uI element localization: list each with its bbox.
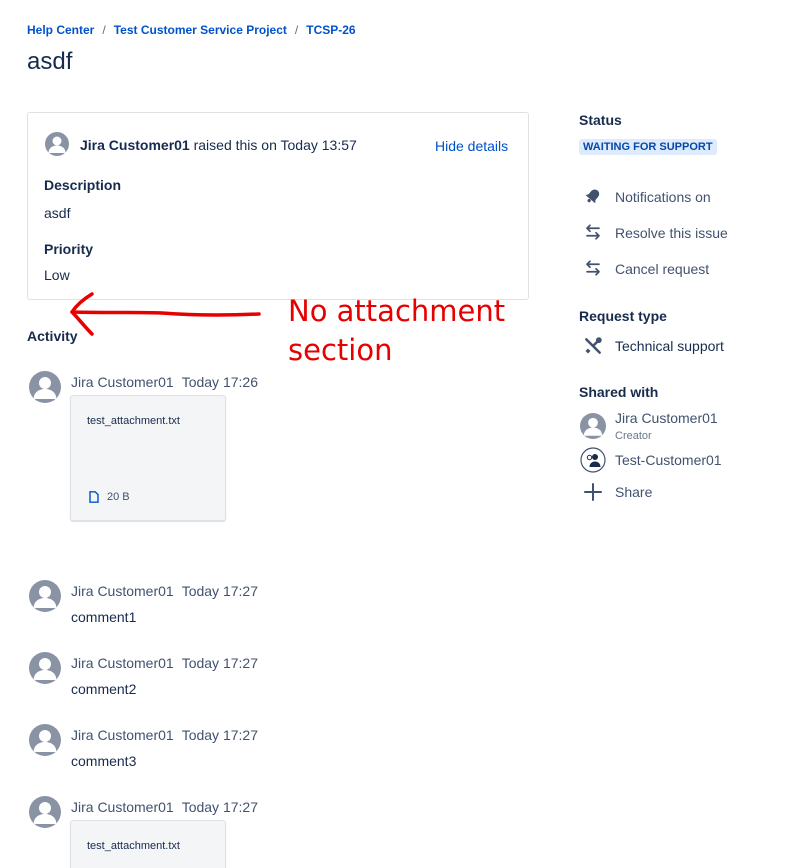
reporter-avatar: [45, 132, 69, 156]
cancel-request-action[interactable]: Cancel request: [615, 261, 709, 277]
description-value: asdf: [44, 205, 71, 221]
breadcrumb-project[interactable]: Test Customer Service Project: [114, 23, 287, 37]
attachment-filename: test_attachment.txt: [87, 840, 180, 852]
request-type-value: Technical support: [615, 338, 724, 354]
user-icon: [48, 136, 66, 153]
status-badge: WAITING FOR SUPPORT: [579, 139, 717, 155]
comment-time: Today 17:27: [181, 799, 258, 815]
plus-icon: [584, 483, 602, 501]
raised-info: Jira Customer01 raised this on Today 13:…: [80, 137, 357, 153]
comment-avatar: [29, 796, 61, 828]
comment-avatar: [29, 652, 61, 684]
organization-icon: [580, 447, 606, 473]
breadcrumb-issue-key[interactable]: TCSP-26: [306, 23, 355, 37]
hide-details-link[interactable]: Hide details: [435, 138, 508, 154]
participant-role: Creator: [615, 430, 652, 442]
attachment-filename: test_attachment.txt: [87, 415, 180, 427]
breadcrumb-help-center[interactable]: Help Center: [27, 23, 94, 37]
comment-meta: Jira Customer01 Today 17:27: [71, 799, 258, 815]
comment-meta: Jira Customer01 Today 17:27: [71, 727, 258, 743]
user-icon: [33, 586, 57, 608]
comment-time: Today 17:27: [181, 583, 258, 599]
participant-name: Jira Customer01: [615, 410, 718, 426]
participant-name: Test-Customer01: [615, 452, 722, 468]
status-label: Status: [579, 112, 622, 128]
file-icon: [89, 491, 99, 503]
breadcrumb: Help Center / Test Customer Service Projec…: [27, 23, 356, 37]
notifications-toggle[interactable]: Notifications on: [615, 189, 711, 205]
comment-text: comment3: [71, 753, 137, 769]
comment-time: Today 17:27: [181, 655, 258, 671]
priority-value: Low: [44, 267, 70, 283]
comment-author: Jira Customer01: [71, 583, 174, 599]
comment-avatar: [29, 724, 61, 756]
comment-author: Jira Customer01: [71, 799, 174, 815]
user-icon: [583, 417, 603, 436]
resolve-issue-action[interactable]: Resolve this issue: [615, 225, 728, 241]
comment-avatar: [29, 371, 61, 403]
comment-author: Jira Customer01: [71, 727, 174, 743]
participant-avatar: [580, 413, 606, 439]
request-type-label: Request type: [579, 308, 667, 324]
user-icon: [33, 377, 57, 399]
attachment-size: 20 B: [107, 491, 130, 503]
page-title: asdf: [27, 48, 73, 75]
share-button[interactable]: Share: [615, 484, 652, 500]
comment-text: comment2: [71, 681, 137, 697]
transition-icon: [586, 260, 600, 276]
activity-heading: Activity: [27, 328, 78, 344]
bell-icon: [585, 189, 600, 204]
user-icon: [33, 730, 57, 752]
annotation-arrow: [70, 292, 261, 336]
description-label: Description: [44, 177, 122, 193]
comment-meta: Jira Customer01 Today 17:27: [71, 655, 258, 671]
user-icon: [33, 802, 57, 824]
comment-meta: Jira Customer01 Today 17:26: [71, 374, 258, 390]
comment-avatar: [29, 580, 61, 612]
priority-label: Priority: [44, 241, 94, 257]
comment-time: Today 17:27: [181, 727, 258, 743]
tools-icon: [585, 337, 602, 354]
annotation-text-line2: section: [288, 333, 393, 367]
attachment-card[interactable]: test_attachment.txt 20 B: [70, 395, 226, 521]
attachment-card[interactable]: test_attachment.txt: [70, 820, 226, 868]
comment-author: Jira Customer01: [71, 374, 174, 390]
comment-time: Today 17:26: [181, 374, 258, 390]
reporter-name: Jira Customer01: [80, 137, 190, 153]
transition-icon: [586, 224, 600, 240]
shared-with-label: Shared with: [579, 384, 659, 400]
user-icon: [33, 658, 57, 680]
breadcrumb-separator: /: [102, 23, 106, 37]
raised-text: raised this on Today 13:57: [193, 137, 357, 153]
comment-text: comment1: [71, 609, 137, 625]
breadcrumb-separator: /: [294, 23, 299, 37]
comment-author: Jira Customer01: [71, 655, 174, 671]
comment-meta: Jira Customer01 Today 17:27: [71, 583, 258, 599]
annotation-text-line1: No attachment: [288, 294, 506, 328]
